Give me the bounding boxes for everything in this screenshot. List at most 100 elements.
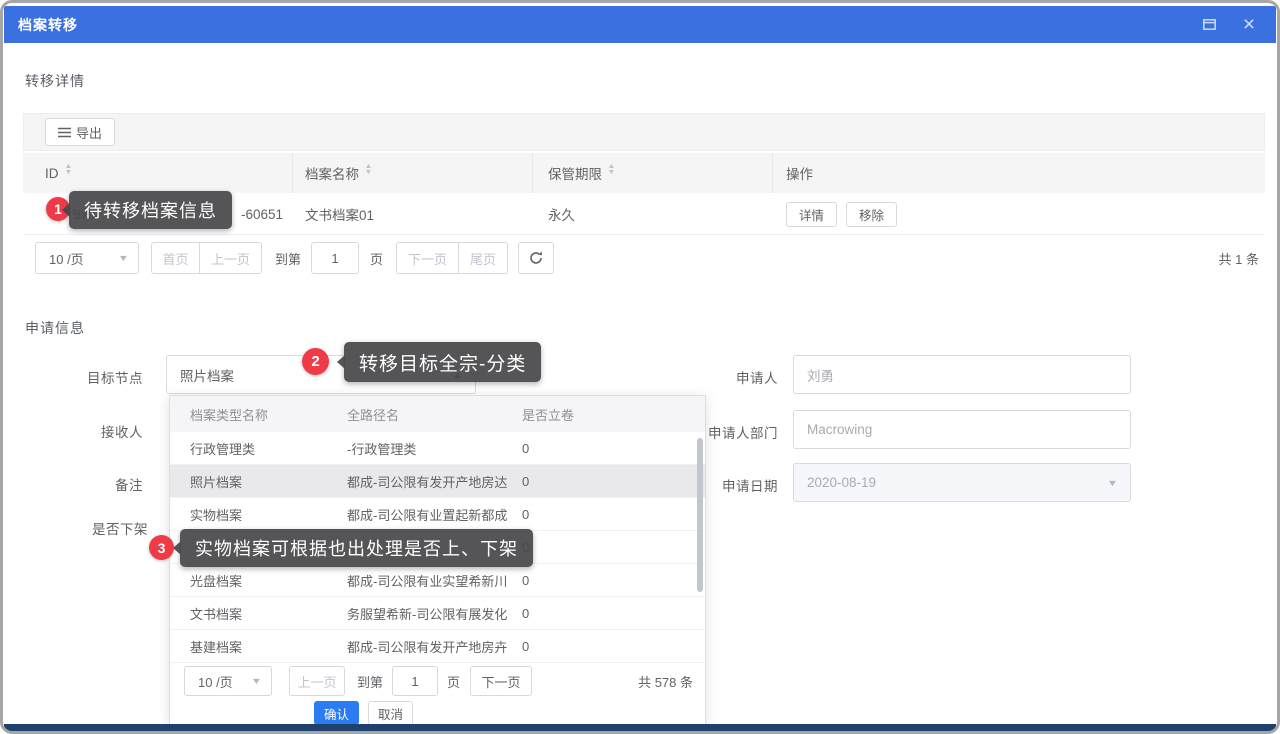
dialog-titlebar: 档案转移 ×: [4, 6, 1276, 43]
annotation-tooltip-1: 待转移档案信息: [69, 191, 232, 229]
applicant-input[interactable]: 刘勇: [793, 355, 1131, 394]
receiver-label: 接收人: [3, 421, 143, 441]
export-button[interactable]: 导出: [45, 118, 115, 146]
next-page-button[interactable]: 下一页: [396, 242, 459, 274]
annotation-tooltip-3: 实物档案可根据也出处理是否上、下架: [180, 529, 533, 567]
dropdown-column-filed: 是否立卷: [504, 396, 723, 432]
dropdown-pagination: 10 /页 ▼ 上一页 到第 页 下一页 共 578 条: [170, 666, 705, 696]
filed-cell: 0: [504, 432, 723, 465]
department-input[interactable]: Macrowing: [793, 410, 1131, 449]
applicant-value: 刘勇: [807, 365, 834, 385]
id-fragment: -60651: [241, 207, 293, 222]
page-unit-label: 页: [370, 249, 383, 268]
close-icon[interactable]: ×: [1236, 15, 1262, 35]
dropdown-column-full-path: 全路径名: [337, 396, 514, 432]
column-header-name[interactable]: 档案名称 ▲▼: [293, 153, 533, 193]
department-value: Macrowing: [807, 422, 872, 437]
filed-cell: 0: [504, 630, 723, 663]
maximize-icon[interactable]: [1196, 15, 1222, 35]
dropdown-row[interactable]: 基建档案 都成-司公限有发开产地房卉 0: [170, 630, 705, 663]
page-size-select[interactable]: 10 /页 ▼: [184, 666, 272, 696]
column-header-id[interactable]: ID ▲▼: [23, 153, 293, 193]
dialog-title: 档案转移: [18, 15, 78, 35]
type-name-cell: 基建档案: [170, 630, 357, 663]
remove-button[interactable]: 移除: [846, 202, 897, 227]
tooltip-arrow: [337, 355, 345, 369]
page-number-input[interactable]: [311, 242, 359, 274]
date-picker[interactable]: 2020-08-19 ▼: [793, 463, 1131, 502]
remark-label: 备注: [3, 474, 143, 494]
cancel-button[interactable]: 取消: [368, 701, 413, 725]
dropdown-scrollbar[interactable]: [697, 438, 703, 592]
tooltip-arrow: [173, 541, 181, 555]
prev-page-button[interactable]: 上一页: [289, 666, 345, 696]
dropdown-row[interactable]: 光盘档案 都成-司公限有业实望希新川 0: [170, 564, 705, 597]
confirm-button[interactable]: 确认: [314, 701, 359, 725]
type-name-cell: 文书档案: [170, 597, 357, 630]
dropdown-header: 档案类型名称 全路径名 是否立卷: [170, 396, 705, 432]
type-name-cell: 光盘档案: [170, 564, 357, 597]
archive-transfer-dialog: 档案转移 × 转移详情 导出 ID ▲▼ 档案名称 ▲▼ 保管期限 ▲▼ 操作: [0, 0, 1280, 734]
caret-down-icon: ▼: [118, 253, 130, 263]
next-page-button[interactable]: 下一页: [470, 666, 532, 696]
export-button-label: 导出: [76, 123, 102, 142]
last-page-button[interactable]: 尾页: [459, 242, 508, 274]
off-shelf-label: 是否下架: [3, 518, 148, 538]
list-icon: [58, 127, 71, 138]
annotation-badge-3: 3: [149, 535, 174, 560]
table-toolbar: [23, 113, 1265, 151]
bottom-strip: [4, 724, 1276, 734]
full-path-cell: 务服望希新-司公限有展发化: [337, 597, 507, 630]
table-pagination: 10 /页 ▼ 首页 上一页 到第 页 下一页 尾页 共 1 条: [23, 241, 1265, 275]
column-header-actions: 操作: [773, 153, 1265, 193]
dropdown-row[interactable]: 文书档案 务服望希新-司公限有展发化 0: [170, 597, 705, 630]
table-header: ID ▲▼ 档案名称 ▲▼ 保管期限 ▲▼ 操作: [23, 153, 1265, 193]
dropdown-row[interactable]: 实物档案 都成-司公限有业置起新都成- 0: [170, 498, 705, 531]
annotation-badge-2: 2: [302, 348, 329, 375]
detail-button[interactable]: 详情: [786, 202, 837, 227]
type-name-cell: 照片档案: [170, 465, 357, 498]
column-header-name-label: 档案名称: [305, 163, 359, 183]
column-header-retention-label: 保管期限: [548, 163, 602, 183]
filed-cell: 0: [504, 498, 723, 531]
goto-label: 到第: [357, 672, 383, 691]
column-header-retention[interactable]: 保管期限 ▲▼: [533, 153, 773, 193]
sort-icon[interactable]: ▲▼: [608, 167, 615, 179]
full-path-cell: 都成-司公限有业置起新都成-: [337, 498, 507, 531]
page-size-value: 10 /页: [49, 249, 84, 268]
refresh-button[interactable]: [518, 242, 554, 274]
full-path-cell: 都成-司公限有业实望希新川: [337, 564, 507, 597]
apply-info-section-title: 申请信息: [25, 318, 85, 338]
date-value: 2020-08-19: [807, 475, 876, 490]
goto-label: 到第: [275, 249, 301, 268]
refresh-icon: [529, 251, 543, 265]
annotation-text: 实物档案可根据也出处理是否上、下架: [195, 535, 518, 561]
sort-icon[interactable]: ▲▼: [365, 167, 372, 179]
annotation-text: 待转移档案信息: [84, 197, 217, 223]
column-header-actions-label: 操作: [786, 163, 813, 183]
cell-actions: 详情 移除: [773, 193, 1265, 235]
caret-down-icon: ▼: [1107, 478, 1119, 488]
sort-icon[interactable]: ▲▼: [65, 167, 72, 179]
page-size-value: 10 /页: [198, 672, 233, 691]
caret-down-icon: ▼: [251, 676, 263, 686]
filed-cell: 0: [504, 564, 723, 597]
total-count: 共 1 条: [1219, 249, 1259, 268]
full-path-cell: -行政管理类: [337, 432, 507, 465]
prev-page-button[interactable]: 上一页: [200, 242, 262, 274]
dropdown-column-type-name: 档案类型名称: [170, 396, 357, 432]
type-name-cell: 行政管理类: [170, 432, 357, 465]
dropdown-row-selected[interactable]: 照片档案 都成-司公限有发开产地房达 0: [170, 465, 705, 498]
applicant-label: 申请人: [603, 367, 778, 387]
page-size-select[interactable]: 10 /页 ▼: [35, 242, 139, 274]
target-node-label: 目标节点: [3, 367, 143, 387]
filed-cell: 0: [504, 597, 723, 630]
first-page-button[interactable]: 首页: [151, 242, 200, 274]
page-number-input[interactable]: [392, 666, 438, 696]
cell-name: 文书档案01: [293, 193, 545, 235]
filed-cell: 0: [504, 465, 723, 498]
total-count: 共 578 条: [638, 672, 693, 691]
column-header-id-label: ID: [45, 166, 59, 181]
type-name-cell: 实物档案: [170, 498, 357, 531]
dropdown-row[interactable]: 行政管理类 -行政管理类 0: [170, 432, 705, 465]
